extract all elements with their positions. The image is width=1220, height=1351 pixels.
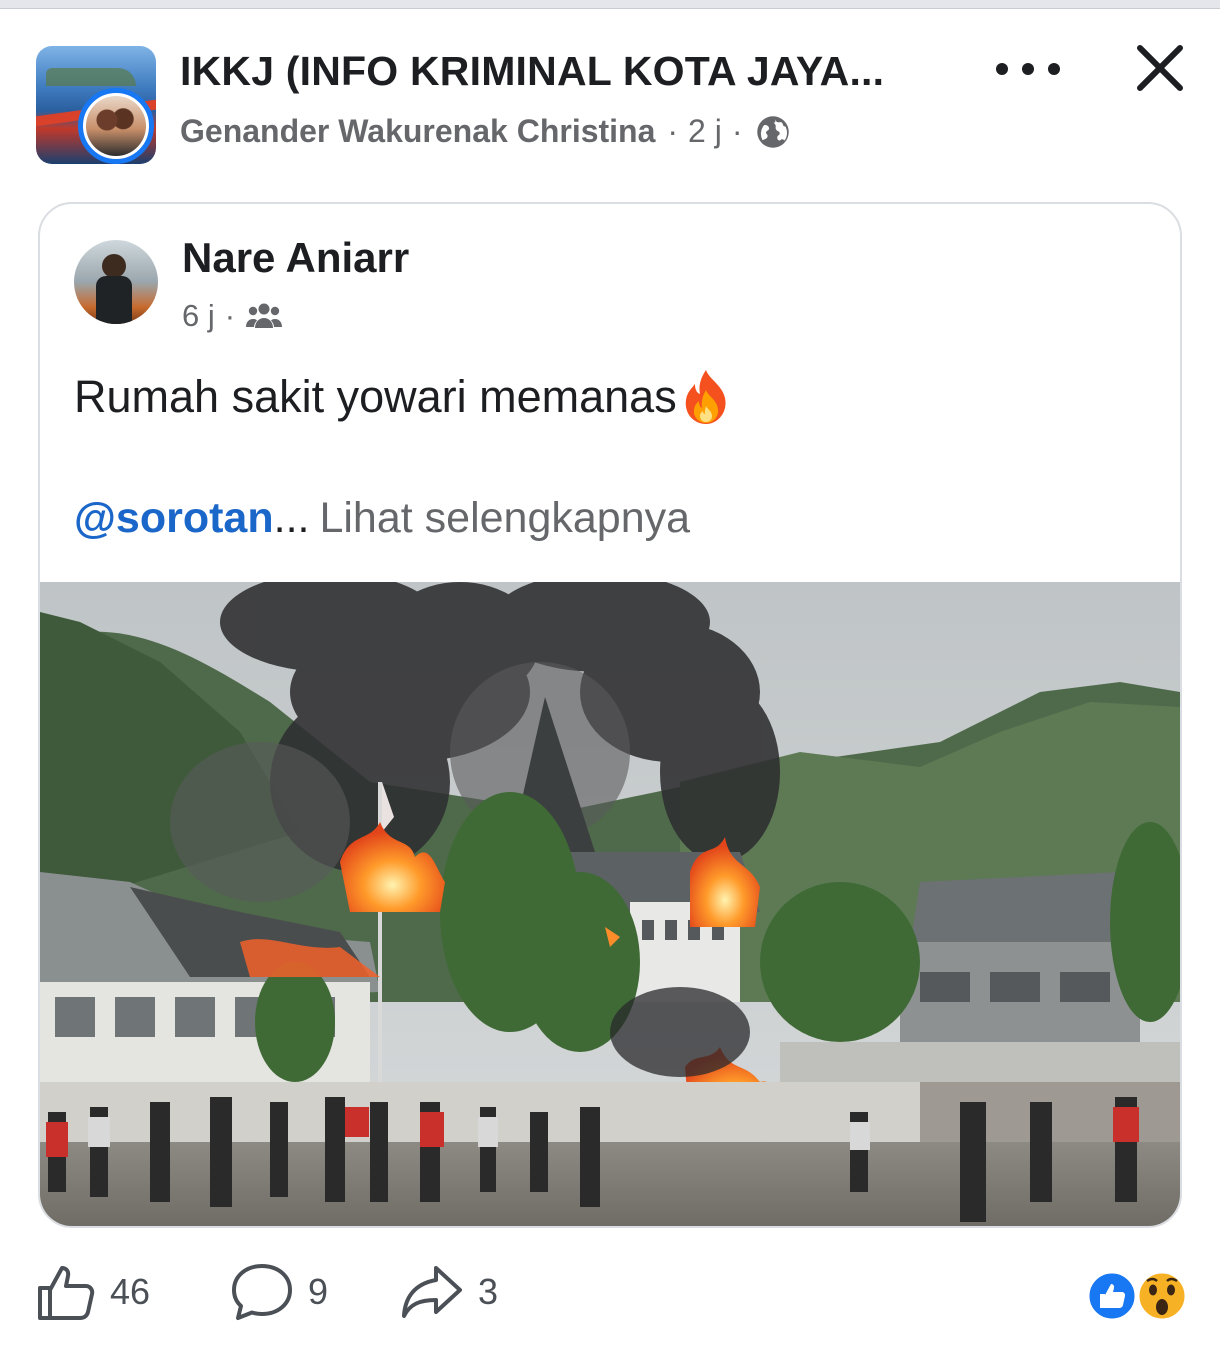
share-count: 3 bbox=[478, 1271, 499, 1312]
like-button[interactable]: 46 bbox=[36, 1262, 150, 1322]
globe-icon bbox=[756, 115, 789, 148]
tag-line: @sorotan... Lihat selengkapnya bbox=[74, 494, 690, 543]
post-text-content: Rumah sakit yowari memanas bbox=[74, 371, 677, 422]
shared-post-card[interactable]: Nare Aniarr 6 j · Rumah sakit yowari mem… bbox=[38, 202, 1182, 1228]
post-meta-line: Genander Wakurenak Christina · 2 j · bbox=[180, 113, 791, 150]
post-photo[interactable] bbox=[40, 582, 1180, 1228]
comment-button[interactable]: 9 bbox=[230, 1262, 328, 1322]
poster-avatar[interactable] bbox=[78, 88, 154, 164]
top-divider bbox=[0, 0, 1220, 9]
author-avatar[interactable] bbox=[74, 240, 158, 324]
mention-link[interactable]: @sorotan bbox=[74, 494, 274, 542]
meta-separator: · bbox=[224, 298, 236, 333]
post-text: Rumah sakit yowari memanas bbox=[74, 368, 733, 426]
shared-post-time[interactable]: 6 j bbox=[182, 298, 215, 334]
group-name[interactable]: IKKJ (INFO KRIMINAL KOTA JAYA... bbox=[180, 48, 884, 95]
thumbs-up-icon bbox=[38, 1266, 95, 1320]
author-name[interactable]: Nare Aniarr bbox=[182, 234, 409, 282]
like-count: 46 bbox=[110, 1271, 151, 1312]
comment-icon bbox=[232, 1264, 292, 1320]
see-more-link[interactable]: Lihat selengkapnya bbox=[319, 494, 690, 542]
poster-name[interactable]: Genander Wakurenak Christina bbox=[180, 113, 655, 150]
meta-separator: · bbox=[667, 113, 679, 149]
reactions-summary[interactable] bbox=[1086, 1270, 1190, 1322]
like-reaction-icon bbox=[1086, 1270, 1138, 1322]
close-icon[interactable] bbox=[1132, 40, 1188, 96]
share-button[interactable]: 3 bbox=[400, 1262, 498, 1322]
shared-post-meta: 6 j · bbox=[182, 298, 283, 334]
fire-emoji bbox=[685, 370, 726, 424]
wow-reaction-icon bbox=[1136, 1270, 1188, 1322]
post-time[interactable]: 2 j bbox=[688, 113, 722, 150]
share-icon bbox=[402, 1266, 462, 1318]
meta-separator: · bbox=[731, 113, 743, 149]
group-avatar[interactable] bbox=[36, 46, 158, 168]
truncation-ellipsis: ... bbox=[273, 494, 310, 542]
more-options-icon[interactable] bbox=[996, 56, 1060, 82]
friends-icon bbox=[246, 303, 283, 328]
comment-count: 9 bbox=[308, 1271, 329, 1312]
